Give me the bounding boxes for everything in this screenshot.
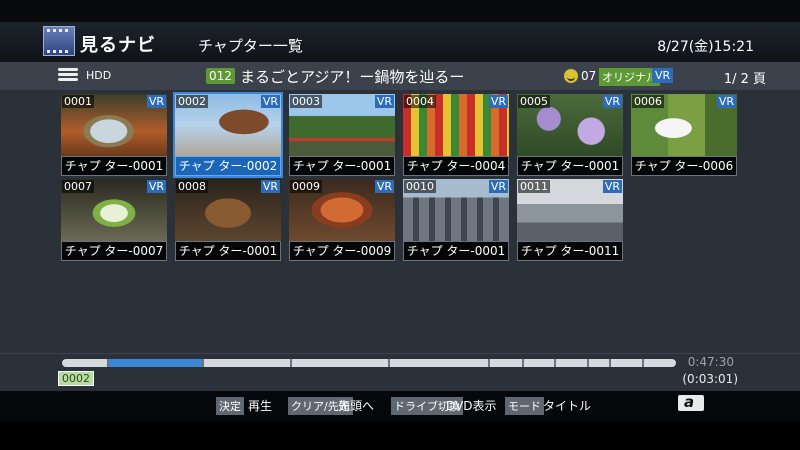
- chapter-tile[interactable]: 0001 VR チャプ ター-0001: [61, 94, 167, 176]
- title-info-bar: HDD 012 まるごとアジア！ー鍋物を辿るー 07 オリジナル VR 1/ 2…: [0, 62, 800, 90]
- screen: 見るナビ チャプター一覧 8/27(金)15:21 HDD 012 まるごとアジ…: [0, 0, 800, 450]
- chapter-label: チャプ ター-0001: [175, 241, 281, 261]
- chapter-label: チャプ ター-0001: [61, 156, 167, 176]
- timeline-track[interactable]: [62, 359, 676, 367]
- enter-key-label: 再生: [248, 399, 273, 413]
- chapter-tile[interactable]: 0011 VR チャプ ター-0011: [517, 179, 623, 261]
- vr-badge: VR: [374, 95, 394, 108]
- chapter-tile[interactable]: 0009 VR チャプ ター-0009: [289, 179, 395, 261]
- chapter-thumbnail: 0007 VR: [61, 179, 167, 241]
- screen-title: チャプター一覧: [198, 37, 303, 55]
- chapter-thumbnail: 0003 VR: [289, 94, 395, 156]
- chapter-label: チャプ ター-0007: [61, 241, 167, 261]
- chapter-tile[interactable]: 0002 VR チャプ ター-0002: [173, 92, 283, 178]
- chapter-thumbnail: 0009 VR: [289, 179, 395, 241]
- total-time: 0:47:30: [687, 355, 734, 369]
- original-badge: オリジナル: [599, 68, 660, 86]
- vr-badge: VR: [602, 95, 622, 108]
- brand-logo-icon: a: [678, 393, 704, 411]
- chapter-number: 0006: [632, 95, 664, 108]
- chapter-thumbnail: 0011 VR: [517, 179, 623, 241]
- selected-chapter-chip: 0002: [58, 371, 94, 386]
- mode-key[interactable]: モード: [505, 397, 544, 415]
- chapter-thumbnail: 0002 VR: [175, 94, 281, 156]
- vr-badge: VR: [602, 180, 622, 193]
- bottom-area: [0, 421, 800, 450]
- vr-badge: VR: [260, 180, 280, 193]
- datetime: 8/27(金)15:21: [657, 39, 754, 55]
- timeline-divider: [554, 359, 556, 367]
- chapter-thumbnail: 0010 VR: [403, 179, 509, 241]
- chapter-number: 0011: [518, 180, 550, 193]
- timeline-divider: [522, 359, 524, 367]
- chapter-number: 0005: [518, 95, 550, 108]
- vr-badge: VR: [146, 180, 166, 193]
- clear-key-label: 先頭へ: [338, 399, 375, 413]
- chapter-number: 0009: [290, 180, 322, 193]
- chapter-thumbnail: 0004 VR: [403, 94, 509, 156]
- timeline-divider: [642, 359, 644, 367]
- source-label: HDD: [86, 69, 112, 82]
- hdd-icon: [58, 68, 78, 82]
- chapter-tile[interactable]: 0008 VR チャプ ター-0001: [175, 179, 281, 261]
- chapter-label: チャプ ター-0001: [403, 241, 509, 261]
- chapter-thumbnail: 0005 VR: [517, 94, 623, 156]
- chapter-number: 0010: [404, 180, 436, 193]
- chapter-tile[interactable]: 0007 VR チャプ ター-0007: [61, 179, 167, 261]
- chapter-number: 0003: [290, 95, 322, 108]
- chapter-label: チャプ ター-0001: [517, 156, 623, 176]
- chapter-label: チャプ ター-0009: [289, 241, 395, 261]
- chapter-thumbnail: 0008 VR: [175, 179, 281, 241]
- chapter-label: チャプ ター-0001: [289, 156, 395, 176]
- chapter-label: チャプ ター-0006: [631, 156, 737, 176]
- chapter-tile[interactable]: 0005 VR チャプ ター-0001: [517, 94, 623, 176]
- chapter-label: チャプ ター-0004: [403, 156, 509, 176]
- timeline-divider: [388, 359, 390, 367]
- chapter-count: 07: [581, 69, 597, 83]
- chapter-number: 0001: [62, 95, 94, 108]
- timeline: 0:47:30 0002 (0:03:01): [0, 353, 800, 392]
- timeline-divider: [609, 359, 611, 367]
- header-bar: 見るナビ チャプター一覧 8/27(金)15:21: [0, 22, 800, 62]
- key-guide: 決定 再生 クリア/先頭 先頭へ ドライブ切換 DVD表示 モード タイトル a: [0, 391, 800, 421]
- vr-badge: VR: [488, 95, 508, 108]
- chapter-number: 0007: [62, 180, 94, 193]
- timeline-divider: [290, 359, 292, 367]
- drive-switch-label: DVD表示: [446, 399, 497, 413]
- chapter-tile[interactable]: 0010 VR チャプ ター-0001: [403, 179, 509, 261]
- chapter-thumbnail: 0001 VR: [61, 94, 167, 156]
- chapter-thumbnail: 0006 VR: [631, 94, 737, 156]
- mode-key-label: タイトル: [543, 399, 592, 413]
- timeline-selected-segment: [108, 359, 203, 367]
- smiley-icon: [564, 69, 578, 83]
- vr-badge: VR: [260, 95, 280, 108]
- chapter-number: 0002: [176, 95, 208, 108]
- timeline-divider: [587, 359, 589, 367]
- timeline-divider: [488, 359, 490, 367]
- page-indicator: 1/ 2 頁: [723, 72, 766, 87]
- chapter-number: 0004: [404, 95, 436, 108]
- vr-badge: VR: [716, 95, 736, 108]
- vr-badge: VR: [652, 68, 674, 83]
- program-title: まるごとアジア！ー鍋物を辿るー: [240, 68, 465, 86]
- title-number-badge: 012: [206, 68, 235, 84]
- chapter-number: 0008: [176, 180, 208, 193]
- timeline-divider: [202, 359, 204, 367]
- chapter-tile[interactable]: 0006 VR チャプ ター-0006: [631, 94, 737, 176]
- chapter-tile[interactable]: 0003 VR チャプ ター-0001: [289, 94, 395, 176]
- chapter-tile[interactable]: 0004 VR チャプ ター-0004: [403, 94, 509, 176]
- chapter-grid: 0001 VR チャプ ター-0001 0002 VR チャプ ター-0002 0003 VR…: [0, 90, 800, 353]
- chapter-label: チャプ ター-0011: [517, 241, 623, 261]
- vr-badge: VR: [374, 180, 394, 193]
- film-icon: [43, 26, 75, 56]
- chapter-label: チャプ ター-0002: [175, 156, 281, 176]
- enter-key[interactable]: 決定: [216, 397, 244, 415]
- logo-glyph: a: [684, 393, 695, 411]
- selected-duration: (0:03:01): [682, 372, 738, 386]
- app-title: 見るナビ: [80, 35, 156, 56]
- vr-badge: VR: [146, 95, 166, 108]
- timeline-divider: [107, 359, 109, 367]
- vr-badge: VR: [488, 180, 508, 193]
